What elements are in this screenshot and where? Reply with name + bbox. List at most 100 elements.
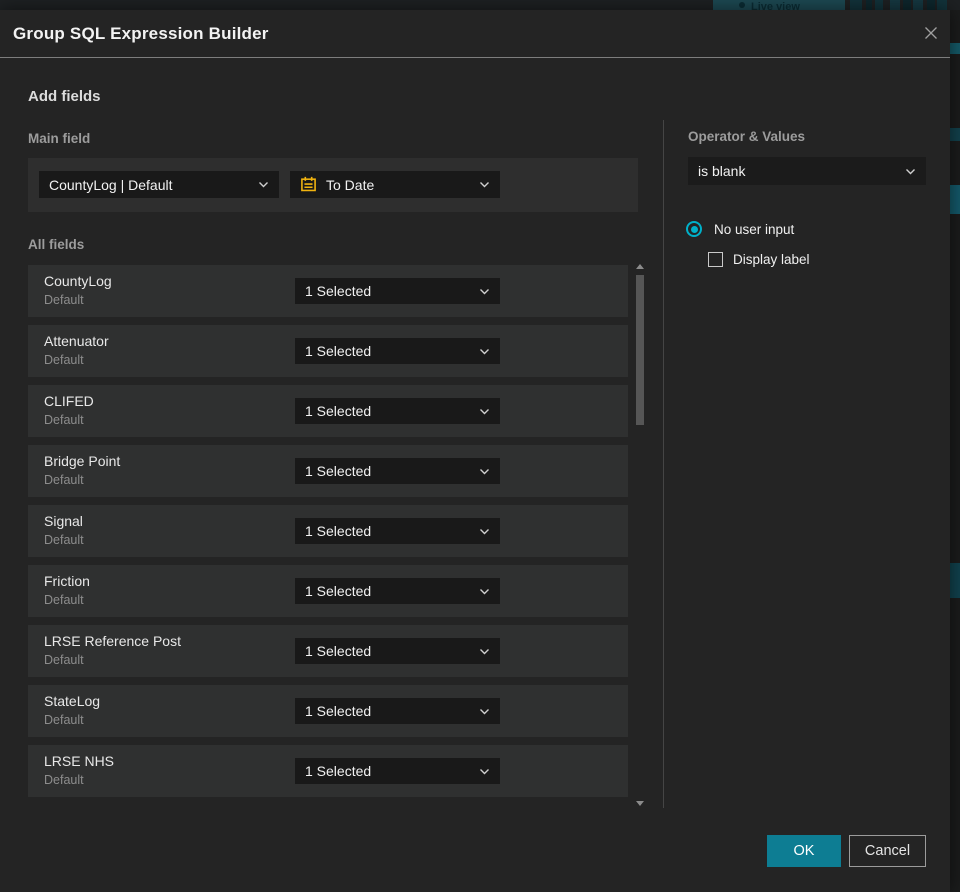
field-selected-dropdown[interactable]: 1 Selected — [295, 458, 500, 484]
field-selected-dropdown[interactable]: 1 Selected — [295, 638, 500, 664]
date-field-select[interactable]: To Date — [290, 171, 500, 198]
all-fields-label: All fields — [28, 237, 85, 252]
list-item: CLIFED Default 1 Selected — [28, 385, 628, 437]
toolbar-fragment — [937, 0, 947, 10]
main-field-select-value: CountyLog | Default — [49, 176, 173, 193]
live-view-chip[interactable]: Live view — [713, 0, 845, 10]
field-subtitle: Default — [44, 533, 84, 547]
dialog-title: Group SQL Expression Builder — [13, 24, 269, 43]
list-item: Attenuator Default 1 Selected — [28, 325, 628, 377]
selected-count-label: 1 Selected — [305, 523, 372, 539]
scrollbar-thumb[interactable] — [636, 275, 644, 425]
selected-count-label: 1 Selected — [305, 463, 372, 479]
background-fragment — [950, 128, 960, 141]
all-fields-list: CountyLog Default 1 Selected Attenuator Defa… — [28, 265, 628, 805]
list-item: StateLog Default 1 Selected — [28, 685, 628, 737]
list-item: LRSE NHS Default 1 Selected — [28, 745, 628, 797]
field-subtitle: Default — [44, 293, 84, 307]
selected-count-label: 1 Selected — [305, 583, 372, 599]
field-name: CountyLog — [44, 273, 112, 289]
field-name: Friction — [44, 573, 90, 589]
field-subtitle: Default — [44, 713, 84, 727]
list-item: LRSE Reference Post Default 1 Selected — [28, 625, 628, 677]
selected-count-label: 1 Selected — [305, 763, 372, 779]
ok-button[interactable]: OK — [767, 835, 841, 867]
group-sql-expression-builder-dialog: Group SQL Expression Builder Add fields … — [0, 10, 950, 892]
selected-count-label: 1 Selected — [305, 343, 372, 359]
display-label-checkbox[interactable]: Display label — [708, 252, 810, 267]
field-selected-dropdown[interactable]: 1 Selected — [295, 698, 500, 724]
list-scrollbar[interactable] — [633, 262, 647, 808]
background-toolbar: Live view — [0, 0, 960, 10]
live-dot-icon — [739, 2, 745, 8]
field-selected-dropdown[interactable]: 1 Selected — [295, 338, 500, 364]
field-name: LRSE Reference Post — [44, 633, 181, 649]
live-view-label: Live view — [751, 1, 800, 10]
chevron-down-icon — [906, 168, 915, 174]
screen: Live view Group SQL Expression Builder A… — [0, 0, 960, 892]
calendar-icon — [301, 176, 316, 192]
field-selected-dropdown[interactable]: 1 Selected — [295, 278, 500, 304]
list-item: Bridge Point Default 1 Selected — [28, 445, 628, 497]
chevron-down-icon — [259, 182, 268, 188]
no-user-input-label: No user input — [714, 221, 795, 237]
scroll-up-icon[interactable] — [636, 264, 644, 269]
chevron-down-icon — [480, 288, 489, 294]
background-fragment — [950, 185, 960, 214]
background-right-sliver — [950, 10, 960, 892]
panel-divider — [663, 120, 664, 808]
field-subtitle: Default — [44, 593, 84, 607]
no-user-input-radio[interactable]: No user input — [686, 221, 794, 237]
list-item: CountyLog Default 1 Selected — [28, 265, 628, 317]
chevron-down-icon — [480, 708, 489, 714]
field-selected-dropdown[interactable]: 1 Selected — [295, 518, 500, 544]
field-name: LRSE NHS — [44, 753, 115, 769]
date-field-select-value: To Date — [326, 176, 375, 193]
chevron-down-icon — [480, 648, 489, 654]
chevron-down-icon — [480, 182, 489, 188]
toolbar-fragment — [890, 0, 900, 10]
field-subtitle: Default — [44, 653, 84, 667]
field-selected-dropdown[interactable]: 1 Selected — [295, 578, 500, 604]
toolbar-fragment — [875, 0, 883, 10]
add-fields-heading: Add fields — [28, 88, 101, 105]
field-name: Signal — [44, 513, 83, 529]
display-label-text: Display label — [733, 252, 810, 267]
field-name: StateLog — [44, 693, 101, 709]
list-item: Friction Default 1 Selected — [28, 565, 628, 617]
field-selected-dropdown[interactable]: 1 Selected — [295, 758, 500, 784]
dialog-titlebar: Group SQL Expression Builder — [0, 10, 950, 58]
field-subtitle: Default — [44, 473, 84, 487]
selected-count-label: 1 Selected — [305, 283, 372, 299]
main-field-select[interactable]: CountyLog | Default — [39, 171, 279, 198]
chevron-down-icon — [480, 468, 489, 474]
chevron-down-icon — [480, 408, 489, 414]
field-subtitle: Default — [44, 353, 84, 367]
close-icon[interactable] — [920, 22, 942, 44]
main-field-row: CountyLog | Default To Date — [28, 158, 638, 212]
chevron-down-icon — [480, 528, 489, 534]
field-name: CLIFED — [44, 393, 94, 409]
selected-count-label: 1 Selected — [305, 403, 372, 419]
toolbar-fragment — [903, 0, 911, 10]
field-subtitle: Default — [44, 773, 84, 787]
cancel-button[interactable]: Cancel — [849, 835, 926, 867]
scroll-down-icon[interactable] — [636, 801, 644, 806]
selected-count-label: 1 Selected — [305, 703, 372, 719]
toolbar-fragment — [913, 0, 923, 10]
operator-select-value: is blank — [698, 163, 746, 179]
toolbar-fragment — [866, 0, 872, 10]
field-name: Bridge Point — [44, 453, 121, 469]
field-selected-dropdown[interactable]: 1 Selected — [295, 398, 500, 424]
main-field-label: Main field — [28, 131, 91, 146]
toolbar-fragment — [927, 0, 935, 10]
background-fragment — [950, 563, 960, 598]
radio-selected-icon — [686, 221, 702, 237]
operator-values-heading: Operator & Values — [688, 129, 806, 144]
operator-select[interactable]: is blank — [688, 157, 926, 185]
field-subtitle: Default — [44, 413, 84, 427]
list-item: Signal Default 1 Selected — [28, 505, 628, 557]
toolbar-fragment — [850, 0, 862, 10]
checkbox-unchecked-icon — [708, 252, 723, 267]
selected-count-label: 1 Selected — [305, 643, 372, 659]
